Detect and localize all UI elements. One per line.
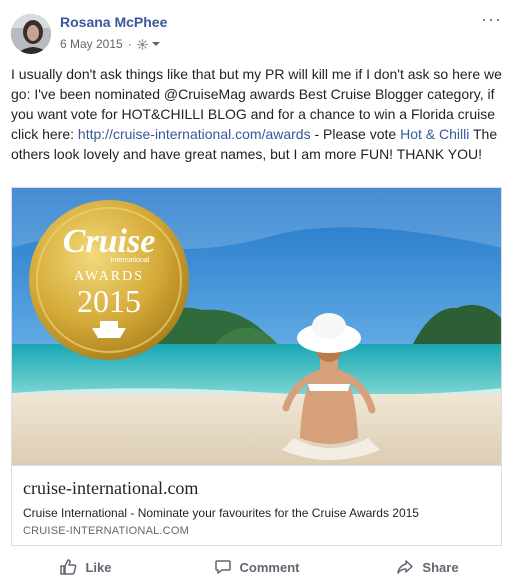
post-meta: 6 May 2015 · (60, 37, 161, 51)
link-preview-info[interactable]: cruise-international.com Cruise Internat… (12, 465, 501, 545)
comment-icon (214, 560, 231, 574)
post-text-part: - Please vote (310, 126, 401, 142)
awards-link[interactable]: http://cruise-international.com/awards (78, 126, 311, 142)
badge-sub: International (111, 257, 150, 264)
post-text: I usually don't ask things like that but… (11, 64, 505, 164)
author-avatar[interactable] (11, 14, 51, 54)
page-mention-link[interactable]: Hot & Chilli (400, 126, 469, 142)
thumbs-up-icon (60, 559, 77, 575)
post: Rosana McPhee 6 May 2015 · ··· I usually… (0, 0, 513, 584)
privacy-icon[interactable] (136, 38, 161, 50)
chevron-down-icon[interactable] (151, 40, 161, 48)
badge-brand: Cruise (63, 223, 156, 260)
share-label: Share (422, 559, 459, 575)
link-title[interactable]: cruise-international.com (23, 478, 198, 499)
like-button[interactable]: Like (0, 550, 171, 584)
link-description: Cruise International - Nominate your fav… (23, 506, 419, 520)
link-domain: CRUISE-INTERNATIONAL.COM (23, 525, 189, 537)
post-date[interactable]: 6 May 2015 (60, 37, 123, 51)
share-button[interactable]: Share (342, 550, 513, 584)
link-preview-card[interactable]: Cruise International AWARDS 2015 cruise-… (11, 187, 502, 546)
author-name[interactable]: Rosana McPhee (60, 14, 167, 30)
like-label: Like (85, 559, 112, 575)
cruise-awards-badge: Cruise International AWARDS 2015 (29, 200, 189, 360)
comment-label: Comment (239, 559, 300, 575)
badge-awards: AWARDS (74, 269, 144, 284)
link-preview-image[interactable]: Cruise International AWARDS 2015 (12, 188, 501, 465)
post-actions: Like Comment Share (0, 550, 513, 584)
share-icon (397, 560, 414, 574)
comment-button[interactable]: Comment (171, 550, 342, 584)
meta-separator: · (127, 37, 132, 51)
badge-year: 2015 (77, 283, 141, 319)
more-options-icon[interactable]: ··· (481, 9, 502, 30)
